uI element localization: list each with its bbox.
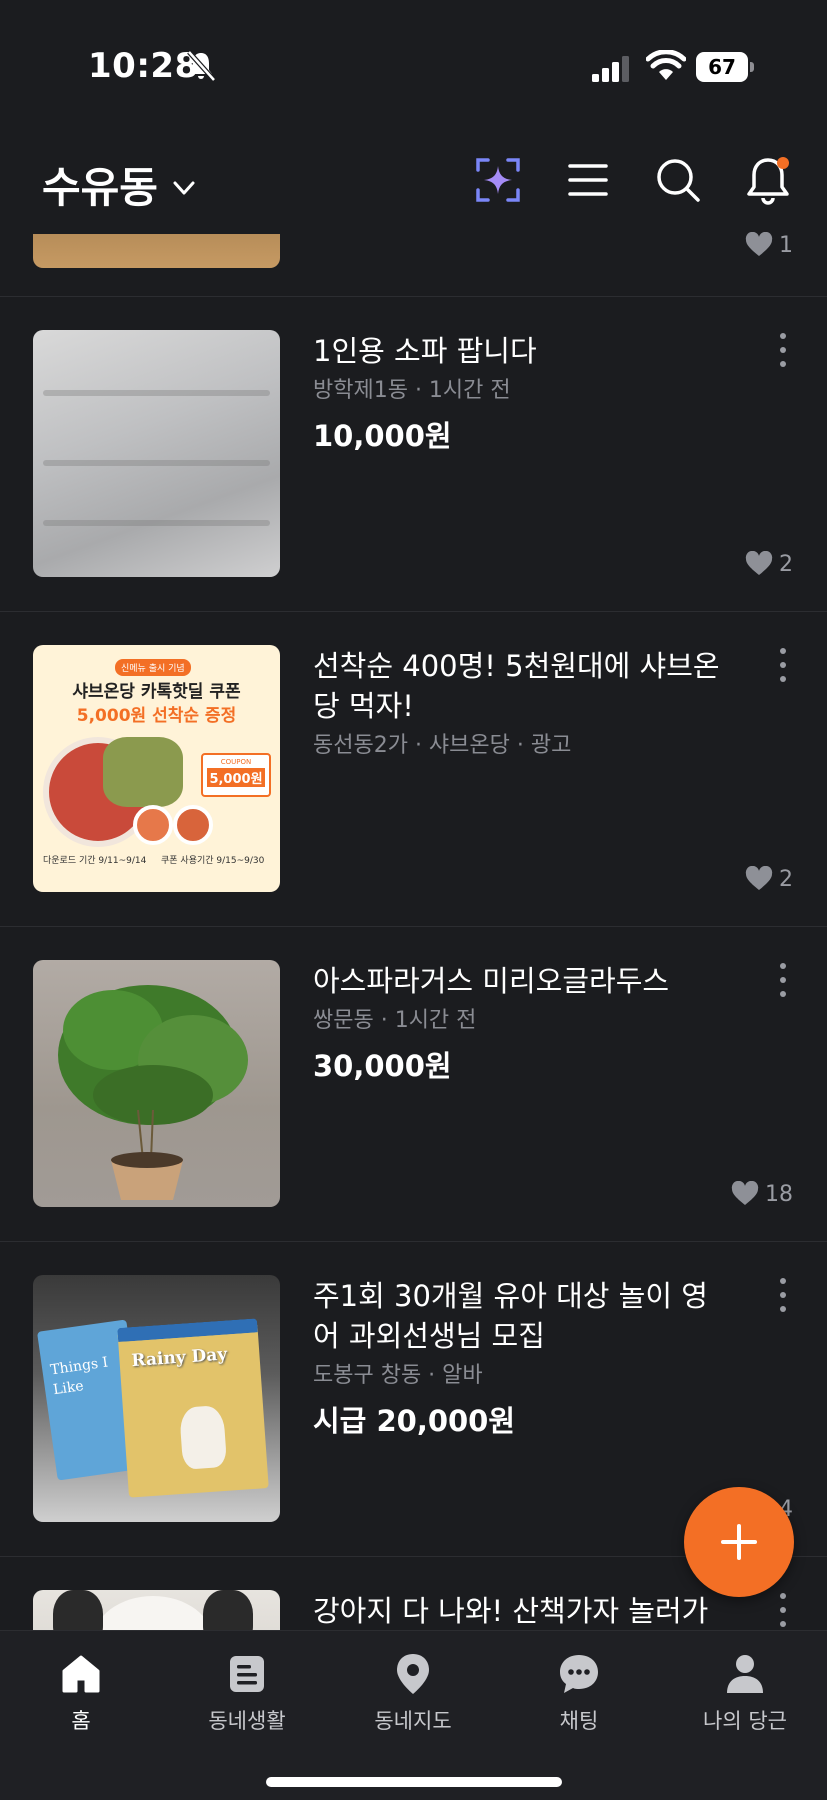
like-count-value: 2 bbox=[779, 866, 793, 892]
cellular-signal-icon bbox=[592, 56, 629, 82]
list-item-partial[interactable]: 1 bbox=[0, 228, 827, 296]
map-pin-icon bbox=[397, 1654, 429, 1694]
coupon-value: 5,000원 bbox=[207, 768, 265, 787]
home-icon bbox=[62, 1655, 100, 1693]
more-options-icon[interactable] bbox=[777, 1278, 789, 1318]
item-meta: 방학제1동 · 1시간 전 bbox=[313, 378, 511, 403]
like-count-value: 1 bbox=[779, 232, 793, 258]
item-title: 1인용 소파 팝니다 bbox=[313, 334, 537, 368]
heart-icon bbox=[745, 866, 773, 890]
dog-ear bbox=[53, 1590, 103, 1630]
like-count: 18 bbox=[731, 1181, 793, 1207]
product-thumbnail bbox=[33, 234, 280, 268]
book-image: Rainy Day bbox=[117, 1318, 269, 1498]
item-price: 30,000원 bbox=[313, 1049, 452, 1083]
ad-subheadline: 5,000원 선착순 증정 bbox=[76, 706, 237, 726]
more-options-icon[interactable] bbox=[777, 648, 789, 688]
ad-use-period: 쿠폰 사용기간 9/15~9/30 bbox=[161, 856, 265, 866]
menu-icon[interactable] bbox=[562, 154, 614, 206]
cat-illustration bbox=[178, 1404, 228, 1470]
ad-badge: 신메뉴 출시 기념 bbox=[115, 659, 191, 676]
book-title: Rainy Day bbox=[130, 1344, 228, 1372]
heart-icon bbox=[745, 551, 773, 575]
ad-headline: 샤브온당 카톡핫딜 쿠폰 bbox=[72, 682, 241, 702]
bottom-navigation: 홈 동네생활 동네지도 채팅 나의 당근 bbox=[0, 1630, 827, 1800]
heart-icon bbox=[745, 232, 773, 256]
chat-bubble-icon bbox=[560, 1655, 598, 1693]
dog-image bbox=[93, 1596, 213, 1630]
item-title: 강아지 다 나와! 산책가자 놀러가자 bbox=[313, 1594, 709, 1628]
more-options-icon[interactable] bbox=[777, 1593, 789, 1630]
search-icon[interactable] bbox=[652, 154, 704, 206]
status-time: 10:28 bbox=[88, 46, 199, 86]
nav-home[interactable]: 홈 bbox=[11, 1651, 151, 1735]
nav-label: 홈 bbox=[71, 1709, 91, 1733]
item-title: 아스파라거스 미리오글라두스 bbox=[313, 964, 670, 998]
like-count-value: 18 bbox=[765, 1181, 793, 1207]
item-price: 10,000원 bbox=[313, 419, 452, 453]
like-count-value: 2 bbox=[779, 551, 793, 577]
ad-thumbnail: 신메뉴 출시 기념 샤브온당 카톡핫딜 쿠폰 5,000원 선착순 증정 COU… bbox=[33, 645, 280, 892]
list-item[interactable]: 1인용 소파 팝니다 방학제1동 · 1시간 전 10,000원 2 bbox=[0, 296, 827, 611]
dog-ear bbox=[203, 1590, 253, 1630]
product-thumbnail bbox=[33, 330, 280, 577]
item-title: 선착순 400명! 5천원대에 샤브온당 먹자! bbox=[313, 649, 720, 723]
status-bar: 10:28 67 bbox=[0, 0, 827, 130]
item-title: 주1회 30개월 유아 대상 놀이 영어 과외선생님 모집 bbox=[313, 1279, 708, 1353]
like-count: 2 bbox=[745, 866, 793, 892]
nav-my-profile[interactable]: 나의 당근 bbox=[675, 1651, 815, 1735]
item-meta: 도봉구 창동 · 알바 bbox=[313, 1363, 483, 1388]
battery-tip bbox=[750, 62, 754, 72]
wifi-icon bbox=[646, 50, 686, 80]
list-item[interactable]: 아스파라거스 미리오글라두스 쌍문동 · 1시간 전 30,000원 18 bbox=[0, 926, 827, 1241]
more-options-icon[interactable] bbox=[777, 333, 789, 373]
product-feed[interactable]: 1 1인용 소파 팝니다 방학제1동 · 1시간 전 10,000원 2 신메뉴… bbox=[0, 228, 827, 1630]
document-icon bbox=[230, 1656, 264, 1692]
battery-indicator: 67 bbox=[696, 52, 754, 82]
home-indicator bbox=[266, 1777, 562, 1787]
side-dish-image bbox=[173, 805, 213, 845]
coupon-graphic: COUPON 5,000원 bbox=[201, 753, 271, 797]
location-label: 수유동 bbox=[42, 163, 158, 212]
plus-icon bbox=[721, 1524, 757, 1560]
like-count: 2 bbox=[745, 551, 793, 577]
write-post-fab-button[interactable] bbox=[684, 1487, 794, 1597]
location-selector[interactable]: 수유동 bbox=[42, 154, 198, 215]
sparkle-ai-icon[interactable] bbox=[472, 154, 524, 206]
item-meta: 쌍문동 · 1시간 전 bbox=[313, 1008, 477, 1033]
product-thumbnail bbox=[33, 960, 280, 1207]
vegetables-image bbox=[103, 737, 183, 807]
profile-icon bbox=[727, 1655, 763, 1693]
ad-download-period: 다운로드 기간 9/11~9/14 bbox=[43, 856, 147, 866]
product-thumbnail: Things I Like Rainy Day bbox=[33, 1275, 280, 1522]
chevron-down-icon bbox=[173, 181, 195, 194]
item-price: 시급 20,000원 bbox=[313, 1404, 516, 1438]
item-meta: 동선동2가 · 샤브온당 · 광고 bbox=[313, 733, 572, 758]
nav-map[interactable]: 동네지도 bbox=[343, 1651, 483, 1735]
nav-chat[interactable]: 채팅 bbox=[509, 1651, 649, 1735]
nav-label: 동네생활 bbox=[208, 1709, 286, 1733]
product-thumbnail bbox=[33, 1590, 280, 1630]
side-dish-image bbox=[133, 805, 173, 845]
heart-icon bbox=[731, 1181, 759, 1205]
app-header: 수유동 bbox=[0, 140, 827, 220]
more-options-icon[interactable] bbox=[777, 963, 789, 1003]
coupon-label: COUPON bbox=[220, 758, 252, 766]
battery-level: 67 bbox=[696, 52, 748, 82]
plant-image bbox=[58, 985, 248, 1200]
bell-muted-icon bbox=[187, 50, 216, 82]
nav-community[interactable]: 동네생활 bbox=[177, 1651, 317, 1735]
notification-bell-icon[interactable] bbox=[742, 154, 794, 206]
list-item-ad[interactable]: 신메뉴 출시 기념 샤브온당 카톡핫딜 쿠폰 5,000원 선착순 증정 COU… bbox=[0, 611, 827, 926]
like-count: 1 bbox=[745, 232, 793, 258]
nav-label: 동네지도 bbox=[374, 1709, 452, 1733]
nav-label: 나의 당근 bbox=[703, 1709, 787, 1733]
nav-label: 채팅 bbox=[559, 1709, 599, 1733]
